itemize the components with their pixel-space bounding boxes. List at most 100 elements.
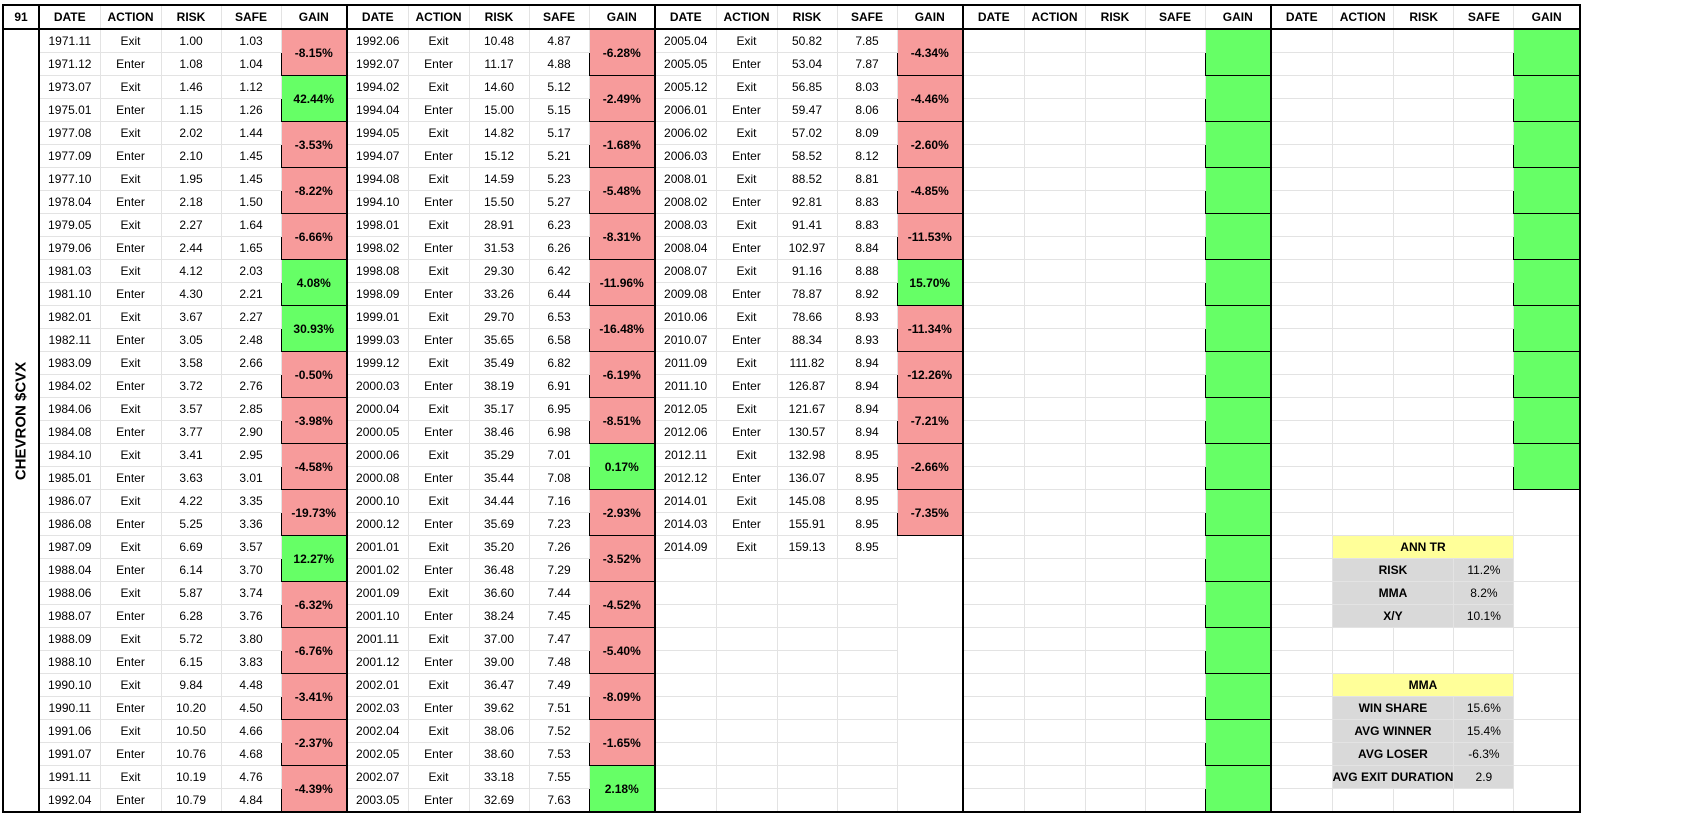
cell-risk[interactable] bbox=[1392, 213, 1455, 237]
cell-risk[interactable]: 6.15 bbox=[160, 650, 222, 674]
cell-date[interactable]: 1994.08 bbox=[346, 167, 409, 191]
gain-cell[interactable]: -8.15% bbox=[280, 28, 348, 76]
gain-cell[interactable]: -7.35% bbox=[896, 489, 964, 536]
cell-safe[interactable] bbox=[1453, 443, 1515, 467]
cell-date[interactable]: 1979.06 bbox=[38, 236, 101, 260]
cell-safe[interactable]: 7.55 bbox=[528, 765, 590, 789]
cell-action[interactable]: Exit bbox=[407, 397, 470, 421]
cell-action[interactable]: Enter bbox=[407, 788, 470, 813]
cell-date[interactable] bbox=[962, 282, 1025, 306]
cell-safe[interactable]: 6.23 bbox=[528, 213, 590, 237]
cell-action[interactable]: Exit bbox=[99, 121, 162, 145]
cell-date[interactable] bbox=[962, 581, 1025, 605]
gain-cell[interactable]: -4.58% bbox=[280, 443, 348, 490]
cell-date[interactable] bbox=[962, 144, 1025, 168]
gain-cell[interactable]: 15.70% bbox=[896, 259, 964, 306]
cell-safe[interactable]: 2.85 bbox=[220, 397, 282, 421]
cell-action[interactable]: Enter bbox=[715, 512, 778, 536]
cell-safe[interactable] bbox=[1144, 75, 1206, 99]
gain-cell[interactable]: -6.66% bbox=[280, 213, 348, 260]
cell-risk[interactable] bbox=[1392, 374, 1455, 398]
cell-action[interactable]: Enter bbox=[407, 696, 470, 720]
gain-cell[interactable]: -8.22% bbox=[280, 167, 348, 214]
cell-safe[interactable] bbox=[1453, 190, 1515, 214]
cell-risk[interactable] bbox=[1084, 673, 1146, 697]
gain-cell[interactable]: -1.68% bbox=[588, 121, 656, 168]
cell-safe[interactable]: 8.06 bbox=[836, 98, 898, 122]
cell-risk[interactable]: 35.65 bbox=[468, 328, 530, 352]
gain-cell[interactable]: -11.53% bbox=[896, 213, 964, 260]
gain-cell[interactable] bbox=[896, 627, 964, 674]
column-header-gain[interactable]: GAIN bbox=[588, 4, 656, 30]
cell-safe[interactable]: 4.48 bbox=[220, 673, 282, 697]
column-header-risk[interactable]: RISK bbox=[1392, 4, 1455, 30]
cell-action[interactable]: Exit bbox=[99, 397, 162, 421]
gain-cell[interactable] bbox=[1204, 28, 1272, 76]
cell-risk[interactable] bbox=[1084, 190, 1146, 214]
cell-date[interactable] bbox=[1270, 305, 1333, 329]
cell-risk[interactable]: 36.60 bbox=[468, 581, 530, 605]
cell-risk[interactable]: 6.14 bbox=[160, 558, 222, 582]
cell-safe[interactable]: 7.47 bbox=[528, 627, 590, 651]
cell-action[interactable]: Exit bbox=[407, 765, 470, 789]
cell-safe[interactable] bbox=[1144, 466, 1206, 490]
cell-date[interactable] bbox=[654, 627, 717, 651]
gain-cell[interactable] bbox=[896, 581, 964, 628]
cell-risk[interactable] bbox=[1392, 305, 1455, 329]
gain-cell[interactable]: -6.19% bbox=[588, 351, 656, 398]
cell-risk[interactable]: 14.59 bbox=[468, 167, 530, 191]
gain-cell[interactable]: -16.48% bbox=[588, 305, 656, 352]
cell-risk[interactable] bbox=[1084, 604, 1146, 628]
cell-date[interactable]: 2000.12 bbox=[346, 512, 409, 536]
cell-safe[interactable] bbox=[836, 673, 898, 697]
gain-cell[interactable] bbox=[1204, 443, 1272, 490]
cell-risk[interactable] bbox=[776, 627, 838, 651]
cell-action[interactable] bbox=[1023, 489, 1086, 513]
cell-date[interactable]: 1981.10 bbox=[38, 282, 101, 306]
gain-cell[interactable] bbox=[1204, 75, 1272, 122]
cell-risk[interactable] bbox=[1392, 236, 1455, 260]
cell-risk[interactable]: 38.46 bbox=[468, 420, 530, 444]
cell-safe[interactable] bbox=[1144, 305, 1206, 329]
cell-date[interactable]: 1998.01 bbox=[346, 213, 409, 237]
cell-safe[interactable] bbox=[836, 650, 898, 674]
cell-action[interactable] bbox=[1023, 397, 1086, 421]
cell-date[interactable] bbox=[1270, 98, 1333, 122]
cell-safe[interactable] bbox=[1453, 374, 1515, 398]
cell-risk[interactable]: 29.30 bbox=[468, 259, 530, 283]
cell-action[interactable] bbox=[715, 765, 778, 789]
cell-risk[interactable] bbox=[776, 788, 838, 813]
cell-safe[interactable]: 3.80 bbox=[220, 627, 282, 651]
cell-safe[interactable] bbox=[1144, 282, 1206, 306]
cell-risk[interactable] bbox=[1392, 98, 1455, 122]
cell-risk[interactable] bbox=[1084, 305, 1146, 329]
cell-safe[interactable] bbox=[1453, 121, 1515, 145]
gain-cell[interactable]: -6.76% bbox=[280, 627, 348, 674]
cell-date[interactable]: 2001.10 bbox=[346, 604, 409, 628]
cell-safe[interactable]: 1.50 bbox=[220, 190, 282, 214]
cell-date[interactable]: 2008.01 bbox=[654, 167, 717, 191]
cell-safe[interactable] bbox=[1453, 512, 1515, 536]
cell-safe[interactable] bbox=[1144, 28, 1206, 53]
cell-date[interactable]: 1984.06 bbox=[38, 397, 101, 421]
cell-action[interactable]: Enter bbox=[715, 282, 778, 306]
cell-risk[interactable] bbox=[776, 604, 838, 628]
column-header-date[interactable]: DATE bbox=[1270, 4, 1333, 30]
cell-safe[interactable]: 7.08 bbox=[528, 466, 590, 490]
cell-safe[interactable] bbox=[1144, 673, 1206, 697]
cell-action[interactable]: Exit bbox=[407, 121, 470, 145]
cell-risk[interactable] bbox=[1084, 374, 1146, 398]
cell-safe[interactable]: 1.12 bbox=[220, 75, 282, 99]
cell-safe[interactable] bbox=[1453, 282, 1515, 306]
cell-safe[interactable]: 7.49 bbox=[528, 673, 590, 697]
cell-safe[interactable]: 7.51 bbox=[528, 696, 590, 720]
gain-cell[interactable]: -4.85% bbox=[896, 167, 964, 214]
gain-cell[interactable] bbox=[1204, 121, 1272, 168]
cell-risk[interactable]: 91.16 bbox=[776, 259, 838, 283]
cell-date[interactable] bbox=[962, 650, 1025, 674]
cell-safe[interactable]: 4.88 bbox=[528, 52, 590, 76]
cell-risk[interactable]: 38.24 bbox=[468, 604, 530, 628]
gain-cell[interactable] bbox=[1513, 351, 1581, 398]
cell-risk[interactable]: 159.13 bbox=[776, 535, 838, 559]
cell-date[interactable]: 1988.07 bbox=[38, 604, 101, 628]
